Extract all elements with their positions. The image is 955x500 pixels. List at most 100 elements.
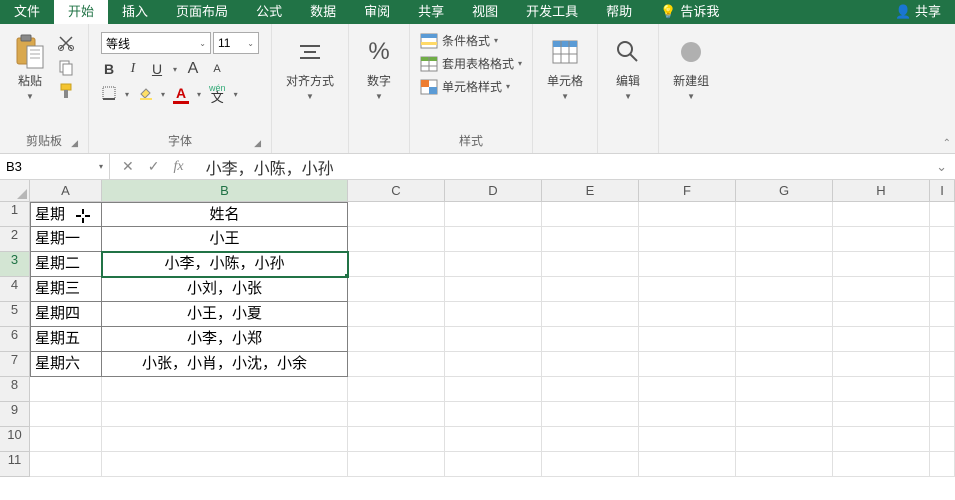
row-header[interactable]: 8 (0, 377, 30, 402)
align-button[interactable]: 对齐方式▼ (280, 28, 340, 108)
cell[interactable]: 姓名 (102, 202, 348, 227)
cell[interactable]: 星期三 (30, 277, 102, 302)
cell[interactable] (542, 327, 639, 352)
number-button[interactable]: % 数字▼ (357, 28, 401, 108)
cell[interactable] (930, 452, 955, 477)
cell[interactable] (445, 302, 542, 327)
font-name-select[interactable]: 等线⌄ (101, 32, 211, 54)
tab-view[interactable]: 视图 (458, 0, 512, 24)
cell[interactable]: 星期 (30, 202, 102, 227)
italic-button[interactable]: I (125, 61, 141, 77)
cell[interactable] (445, 377, 542, 402)
cell[interactable] (542, 427, 639, 452)
cell[interactable]: 星期四 (30, 302, 102, 327)
row-header[interactable]: 7 (0, 352, 30, 377)
conditional-format-button[interactable]: 条件格式 ▾ (420, 32, 522, 49)
cell[interactable] (930, 202, 955, 227)
cell[interactable] (639, 202, 736, 227)
cell[interactable] (445, 227, 542, 252)
font-color-button[interactable]: A (173, 85, 189, 104)
cell[interactable] (445, 327, 542, 352)
cell[interactable] (445, 277, 542, 302)
col-header[interactable]: B (102, 180, 348, 202)
cell[interactable] (639, 402, 736, 427)
cell[interactable] (445, 352, 542, 377)
cell[interactable]: 星期一 (30, 227, 102, 252)
tab-dev[interactable]: 开发工具 (512, 0, 592, 24)
tellme[interactable]: 💡告诉我 (646, 0, 733, 24)
cell[interactable] (736, 352, 833, 377)
cell[interactable] (930, 352, 955, 377)
name-box[interactable]: B3▾ (0, 154, 110, 179)
tab-file[interactable]: 文件 (0, 0, 54, 24)
cell[interactable] (736, 427, 833, 452)
col-header[interactable]: G (736, 180, 833, 202)
col-header[interactable]: I (930, 180, 955, 202)
tab-share[interactable]: 共享 (404, 0, 458, 24)
cell[interactable] (348, 302, 445, 327)
cell[interactable] (445, 202, 542, 227)
cell[interactable] (639, 352, 736, 377)
cell[interactable] (833, 352, 930, 377)
tab-home[interactable]: 开始 (54, 0, 108, 24)
cell[interactable]: 小王 (102, 227, 348, 252)
cell[interactable] (102, 377, 348, 402)
select-all-corner[interactable] (0, 180, 30, 202)
row-header[interactable]: 10 (0, 427, 30, 452)
cell-style-button[interactable]: 单元格样式 ▾ (420, 78, 522, 95)
tab-layout[interactable]: 页面布局 (162, 0, 242, 24)
cell[interactable] (639, 302, 736, 327)
fx-icon[interactable]: fx (173, 159, 183, 175)
table-format-button[interactable]: 套用表格格式 ▾ (420, 55, 522, 72)
cell[interactable] (833, 427, 930, 452)
cell[interactable] (736, 302, 833, 327)
tab-data[interactable]: 数据 (296, 0, 350, 24)
cancel-formula-icon[interactable]: ✕ (122, 158, 134, 175)
cell[interactable] (930, 227, 955, 252)
tab-help[interactable]: 帮助 (592, 0, 646, 24)
cell[interactable] (542, 227, 639, 252)
cell[interactable] (102, 427, 348, 452)
clipboard-launcher[interactable]: ◢ (71, 138, 78, 149)
cell[interactable]: 小李，小郑 (102, 327, 348, 352)
cell[interactable] (833, 452, 930, 477)
phonetic-button[interactable]: wén文 (209, 84, 226, 104)
cell[interactable] (30, 452, 102, 477)
cell[interactable] (639, 252, 736, 277)
cell[interactable] (930, 427, 955, 452)
cell[interactable] (833, 227, 930, 252)
cell[interactable] (348, 252, 445, 277)
cell[interactable] (833, 277, 930, 302)
tab-formula[interactable]: 公式 (242, 0, 296, 24)
cell[interactable] (348, 452, 445, 477)
cell[interactable] (348, 352, 445, 377)
shrink-font-button[interactable]: A (209, 63, 225, 75)
cell[interactable] (542, 352, 639, 377)
cell[interactable] (930, 252, 955, 277)
cell[interactable] (102, 402, 348, 427)
row-header[interactable]: 6 (0, 327, 30, 352)
cell[interactable] (30, 402, 102, 427)
fill-handle[interactable] (344, 273, 348, 277)
edit-button[interactable]: 编辑▼ (606, 28, 650, 108)
col-header[interactable]: C (348, 180, 445, 202)
cell[interactable] (639, 427, 736, 452)
cell[interactable] (639, 377, 736, 402)
font-size-select[interactable]: 11⌄ (213, 32, 259, 54)
col-header[interactable]: E (542, 180, 639, 202)
col-header[interactable]: H (833, 180, 930, 202)
cell[interactable] (542, 252, 639, 277)
copy-icon[interactable] (56, 58, 76, 76)
col-header[interactable]: A (30, 180, 102, 202)
cell[interactable] (639, 227, 736, 252)
cell[interactable] (445, 427, 542, 452)
cell[interactable] (542, 377, 639, 402)
cell[interactable] (736, 252, 833, 277)
cell[interactable] (348, 277, 445, 302)
cell[interactable] (542, 302, 639, 327)
border-button[interactable] (101, 86, 117, 103)
cell[interactable] (542, 202, 639, 227)
cell[interactable] (833, 252, 930, 277)
cell[interactable] (930, 327, 955, 352)
tab-insert[interactable]: 插入 (108, 0, 162, 24)
